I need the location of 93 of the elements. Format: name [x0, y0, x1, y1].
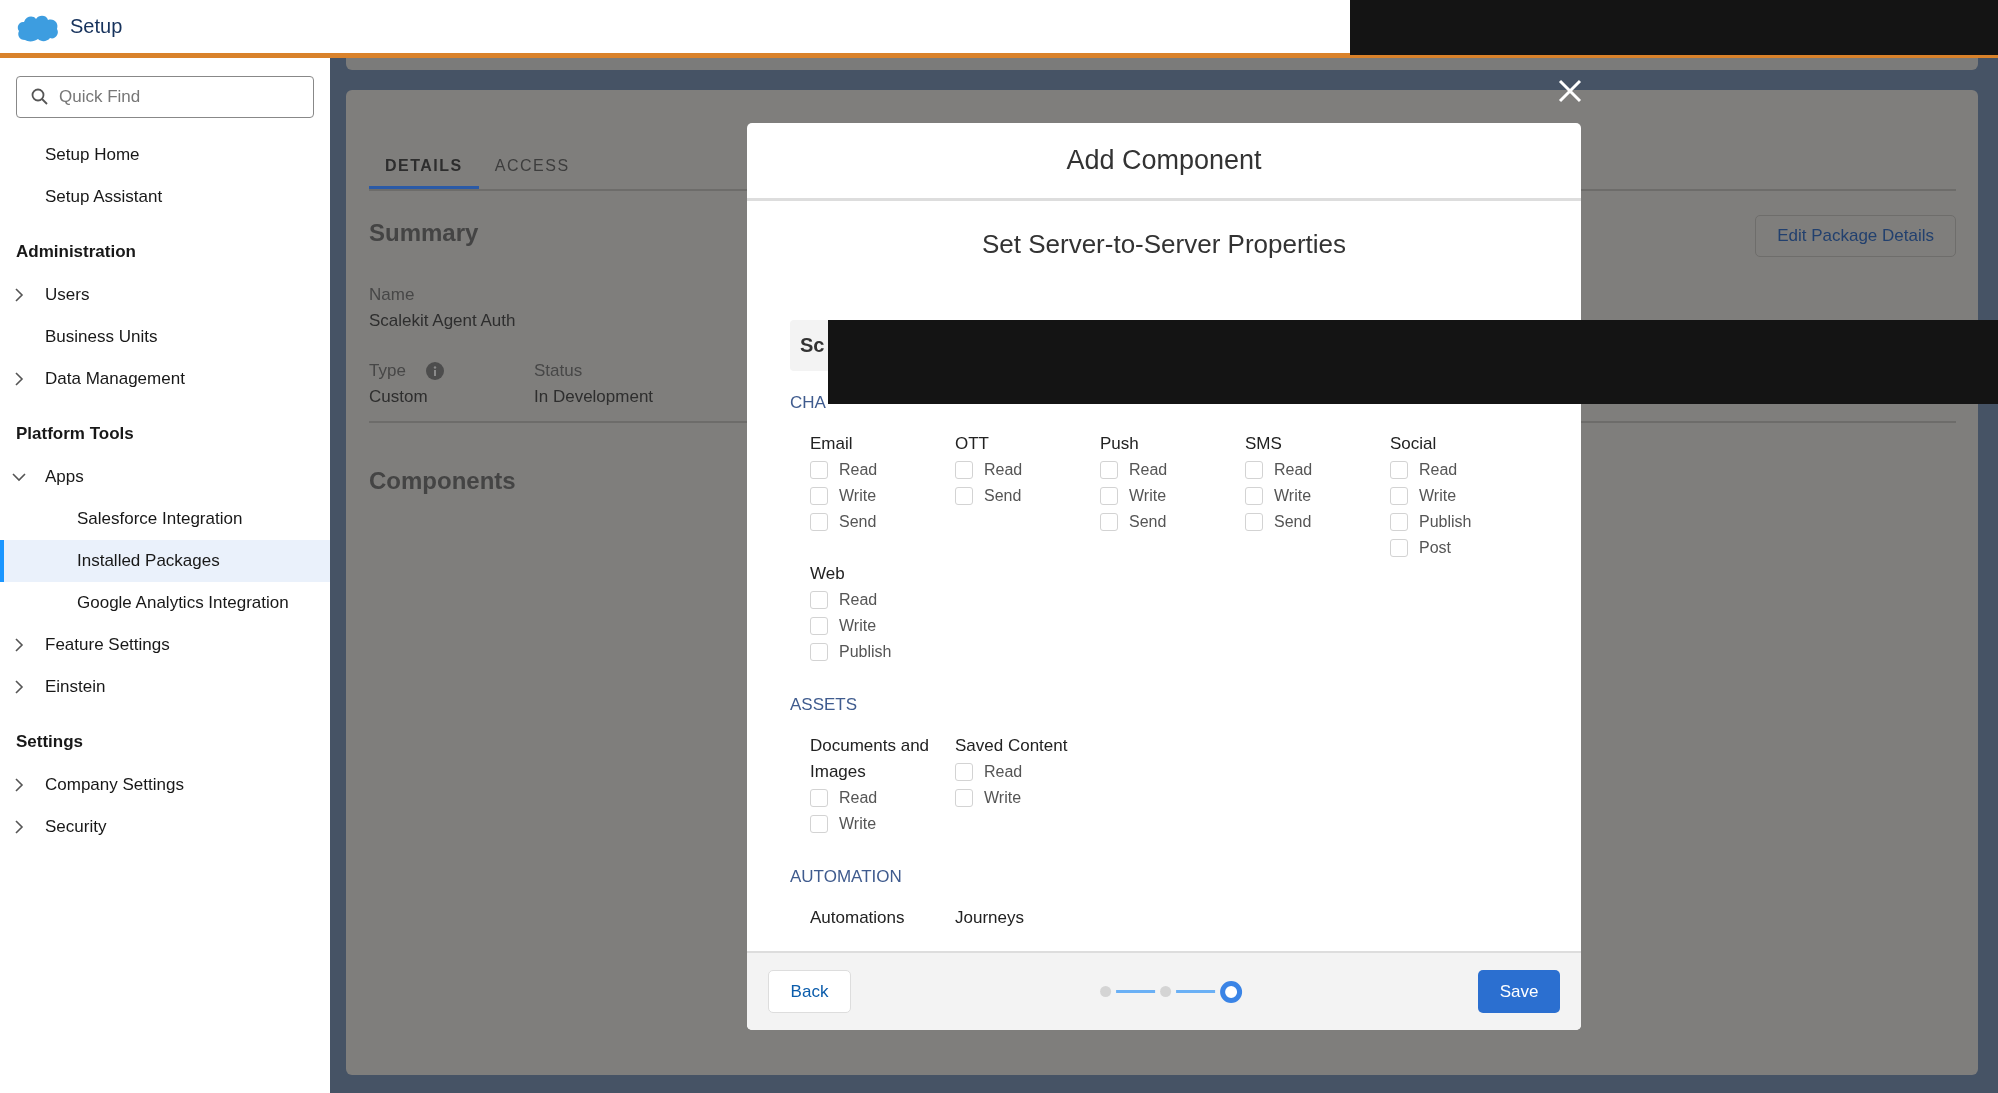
checkbox-label: Read	[1274, 461, 1313, 479]
group-title: Social	[1390, 433, 1438, 455]
info-icon[interactable]	[425, 362, 444, 380]
section-label: CHA	[790, 393, 826, 413]
modal-subtitle: Set Server-to-Server Properties	[980, 229, 1348, 260]
field-value: Scalekit Agent Auth	[369, 311, 516, 331]
nav-item[interactable]: Salesforce Integration	[0, 498, 330, 540]
checkbox-label: Send	[1274, 513, 1312, 531]
checkbox-label: Write	[1419, 487, 1457, 505]
back-button[interactable]: Back	[768, 970, 851, 1013]
group-title: Web	[810, 563, 846, 585]
nav-item[interactable]: Installed Packages	[0, 540, 330, 582]
section-label: AUTOMATION	[790, 867, 902, 887]
checkbox-label: Read	[839, 591, 878, 609]
nav-item[interactable]: Company Settings	[0, 764, 330, 806]
checkbox-label: Write	[1274, 487, 1312, 505]
checkbox-label: Read	[984, 461, 1023, 479]
summary-heading: Summary	[369, 219, 479, 247]
checkbox-label: Publish	[839, 643, 892, 661]
checkbox-label: Send	[1129, 513, 1167, 531]
checkbox-label: Write	[1129, 487, 1167, 505]
checkbox[interactable]	[810, 591, 828, 609]
checkbox[interactable]	[1390, 487, 1408, 505]
checkbox-label: Read	[839, 789, 878, 807]
checkbox[interactable]	[810, 513, 828, 531]
group-title: Documents and Images	[810, 735, 931, 783]
close-icon[interactable]	[1558, 79, 1582, 103]
checkbox-label: Read	[1419, 461, 1458, 479]
checkbox[interactable]	[1100, 487, 1118, 505]
app-title[interactable]: Setup	[70, 15, 123, 38]
step-connector	[1116, 990, 1156, 993]
checkbox-label: Post	[1419, 539, 1451, 557]
field-label: Name	[369, 285, 415, 305]
group-title: Push	[1100, 433, 1140, 455]
quick-find-field[interactable]: Quick Find	[16, 76, 314, 118]
checkbox[interactable]	[1390, 513, 1408, 531]
checkbox[interactable]	[810, 643, 828, 661]
group-title: SMS	[1245, 433, 1283, 455]
checkbox-label: Publish	[1419, 513, 1472, 531]
search-icon	[31, 88, 48, 105]
checkbox[interactable]	[1390, 461, 1408, 479]
checkbox-label: Write	[839, 617, 877, 635]
nav-item[interactable]: Users	[0, 274, 330, 316]
field-value: In Development	[534, 387, 654, 407]
nav-item[interactable]: Setup Home	[0, 134, 330, 176]
nav-item[interactable]: Security	[0, 806, 330, 848]
checkbox[interactable]	[1245, 513, 1263, 531]
checkbox[interactable]	[955, 763, 973, 781]
checkbox[interactable]	[1100, 513, 1118, 531]
checkbox[interactable]	[955, 789, 973, 807]
group-title: Email	[810, 433, 854, 455]
checkbox[interactable]	[955, 487, 973, 505]
nav-item[interactable]: Feature Settings	[0, 624, 330, 666]
checkbox[interactable]	[810, 461, 828, 479]
nav-item[interactable]: Einstein	[0, 666, 330, 708]
checkbox[interactable]	[810, 789, 828, 807]
checkbox[interactable]	[1390, 539, 1408, 557]
step-connector	[1176, 990, 1216, 993]
checkbox[interactable]	[810, 617, 828, 635]
nav-item[interactable]: Setup Assistant	[0, 176, 330, 218]
checkbox-label: Read	[839, 461, 878, 479]
checkbox[interactable]	[1245, 487, 1263, 505]
checkbox-label: Write	[839, 487, 877, 505]
group-title: OTT	[955, 433, 990, 455]
components-heading: Components	[369, 467, 516, 495]
section-heading: Administration	[15, 241, 137, 263]
nav-item[interactable]: Data Management	[0, 358, 330, 400]
checkbox[interactable]	[955, 461, 973, 479]
checkbox-label: Read	[984, 763, 1023, 781]
checkbox-label: Write	[984, 789, 1022, 807]
checkbox[interactable]	[1100, 461, 1118, 479]
field-label: Type	[369, 361, 406, 381]
group-title: Saved Content	[955, 735, 1069, 757]
section-heading: Platform Tools	[15, 423, 135, 445]
checkbox-label: Send	[839, 513, 877, 531]
tab[interactable]: Sc	[790, 320, 831, 371]
nav-item[interactable]: Google Analytics Integration	[0, 582, 330, 624]
section-label: ASSETS	[790, 695, 858, 715]
nav-item[interactable]: Business Units	[0, 316, 330, 358]
section-heading: Settings	[15, 731, 85, 753]
group-title: Automations	[810, 907, 906, 929]
checkbox[interactable]	[1245, 461, 1263, 479]
nav-item[interactable]: Apps	[0, 456, 330, 498]
checkbox-label: Read	[1129, 461, 1168, 479]
field-label: Status	[534, 361, 583, 381]
checkbox-label: Write	[839, 815, 877, 833]
checkbox[interactable]	[810, 815, 828, 833]
checkbox[interactable]	[810, 487, 828, 505]
save-button[interactable]: Save	[1478, 970, 1560, 1013]
modal-title: Add Component	[1066, 145, 1262, 176]
group-title: Journeys	[955, 907, 1025, 929]
field-value: Custom	[369, 387, 428, 407]
checkbox-label: Send	[984, 487, 1022, 505]
